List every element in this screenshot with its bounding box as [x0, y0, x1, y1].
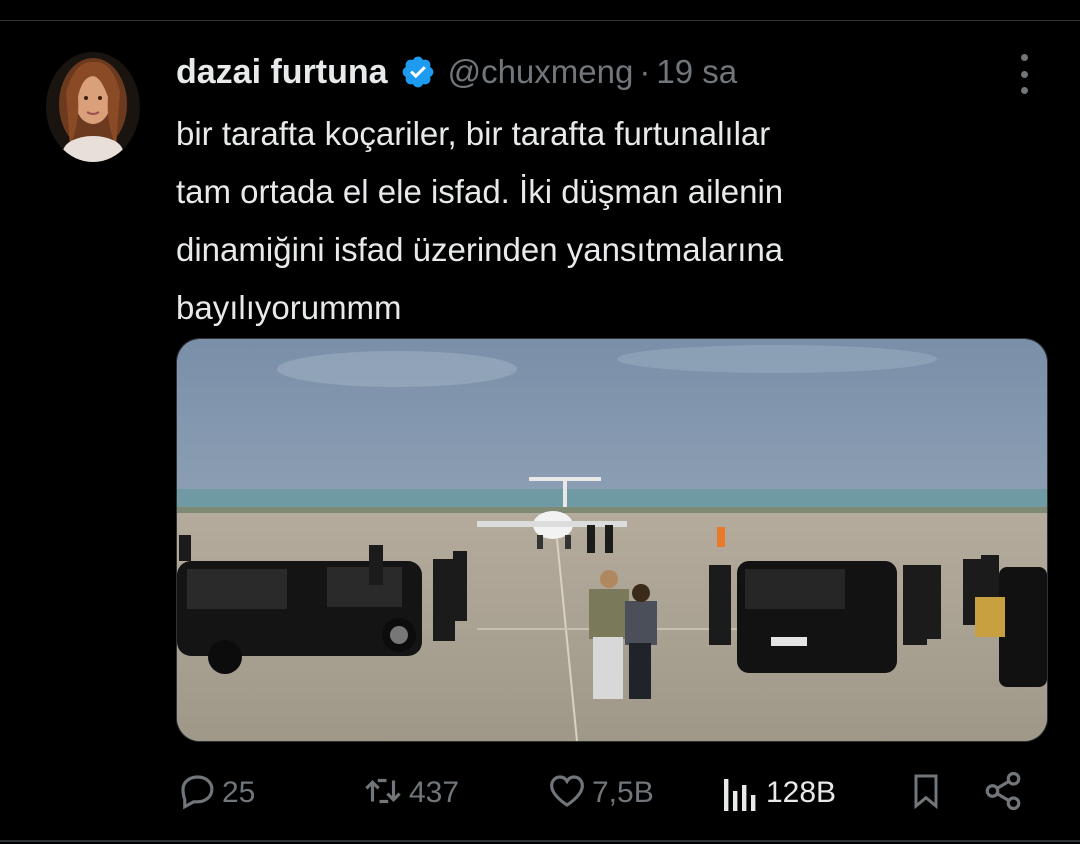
views-button[interactable]: 128B — [722, 770, 836, 816]
share-icon — [982, 770, 1024, 817]
tweet-header: dazai furtuna @chuxmeng · 19 sa — [176, 50, 737, 94]
tweet-text-line: dinamiğini isfad üzerinden yansıtmaların… — [176, 231, 784, 268]
bookmark-button[interactable] — [906, 770, 946, 816]
more-dot — [1020, 54, 1028, 61]
tweet-media-image[interactable] — [176, 338, 1048, 742]
heart-icon — [546, 770, 588, 817]
bookmark-icon — [906, 770, 946, 817]
views-count: 128B — [766, 776, 837, 809]
reply-count: 25 — [222, 776, 256, 809]
more-dot — [1020, 70, 1028, 78]
tweet-text-line: bayılıyorummm — [176, 289, 402, 326]
reply-button[interactable]: 25 — [176, 770, 255, 816]
tweet-actions: 25 437 7,5B 128B — [176, 770, 1036, 816]
separator-dot: · — [639, 53, 651, 90]
tweet-text: bir tarafta koçariler, bir tarafta furtu… — [176, 105, 1026, 337]
verified-badge-icon — [400, 54, 436, 90]
like-button[interactable]: 7,5B — [546, 770, 654, 816]
bottom-divider — [0, 840, 1080, 842]
retweet-button[interactable]: 437 — [361, 770, 459, 816]
retweet-count: 437 — [409, 776, 460, 809]
avatar[interactable] — [46, 52, 140, 162]
views-icon — [722, 771, 758, 816]
reply-icon — [176, 770, 218, 817]
like-count: 7,5B — [592, 776, 654, 809]
retweet-icon — [361, 770, 405, 817]
tweet-text-line: tam ortada el ele isfad. İki düşman aile… — [176, 173, 784, 210]
tweet-text-line: bir tarafta koçariler, bir tarafta furtu… — [176, 115, 771, 152]
display-name[interactable]: dazai furtuna — [176, 53, 388, 92]
user-handle[interactable]: @chuxmeng — [448, 53, 634, 91]
timestamp[interactable]: 19 sa — [656, 53, 737, 91]
more-options-icon[interactable] — [1010, 54, 1038, 94]
share-button[interactable] — [982, 770, 1024, 816]
top-divider — [0, 20, 1080, 21]
more-dot — [1020, 87, 1028, 94]
